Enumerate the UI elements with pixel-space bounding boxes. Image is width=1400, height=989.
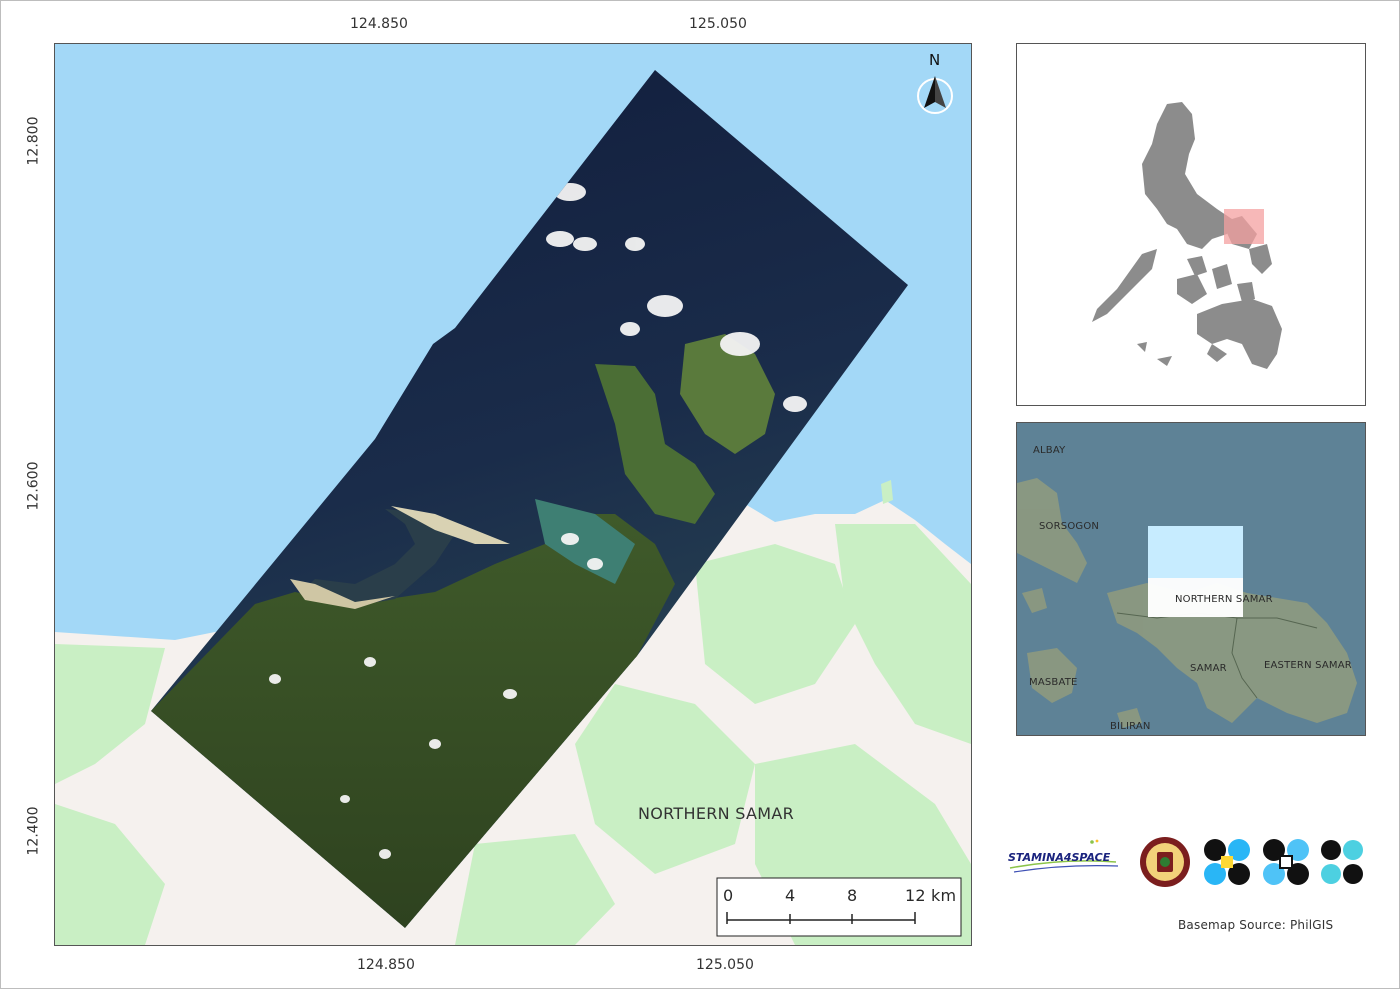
svg-text:STAMINA4SPACE: STAMINA4SPACE [1008,851,1111,864]
context-label-albay: ALBAY [1033,445,1066,456]
grid-tick-left-3: 12.400 [25,806,42,856]
context-label-biliran: BILIRAN [1110,721,1151,732]
grid-tick-top-1: 124.850 [350,16,408,32]
scale-label-4: 4 [785,886,796,905]
scale-label-8: 8 [847,886,858,905]
locator-map-canvas [1092,102,1282,369]
up-seal-logo [1139,836,1191,888]
context-label-masbate: MASBATE [1029,677,1078,688]
grid-tick-bottom-1: 124.850 [357,957,415,973]
context-map-samar[interactable]: ALBAY SORSOGON NORTHERN SAMAR SAMAR EAST… [1016,422,1366,736]
program-logo-2 [1262,838,1310,886]
grid-tick-left-2: 12.600 [25,461,42,511]
grid-tick-top-2: 125.050 [689,16,747,32]
context-label-sorsogon: SORSOGON [1039,521,1100,532]
context-label-eastern-samar: EASTERN SAMAR [1264,660,1352,671]
region-label-northern-samar: NORTHERN SAMAR [638,804,795,823]
basemap-source: Basemap Source: PhilGIS [1178,918,1334,932]
program-logo-1 [1203,838,1251,886]
context-label-samar: SAMAR [1190,663,1227,674]
context-label-northern-samar: NORTHERN SAMAR [1175,594,1273,605]
locator-map-philippines[interactable] [1016,43,1366,406]
context-map-canvas [1017,478,1357,728]
locator-highlight-box [1224,209,1264,244]
program-logo-3 [1320,838,1364,886]
scale-label-0: 0 [723,886,734,905]
main-map-canvas [55,44,971,945]
north-arrow-label: N [929,51,941,69]
grid-tick-bottom-2: 125.050 [696,957,754,973]
main-map[interactable]: N NORTHERN SAMAR 0 4 8 12 km [54,43,972,946]
grid-tick-left-1: 12.800 [25,116,42,166]
scale-label-12km: 12 km [905,886,957,905]
stamina4space-logo: STAMINA4SPACE [1004,838,1126,888]
